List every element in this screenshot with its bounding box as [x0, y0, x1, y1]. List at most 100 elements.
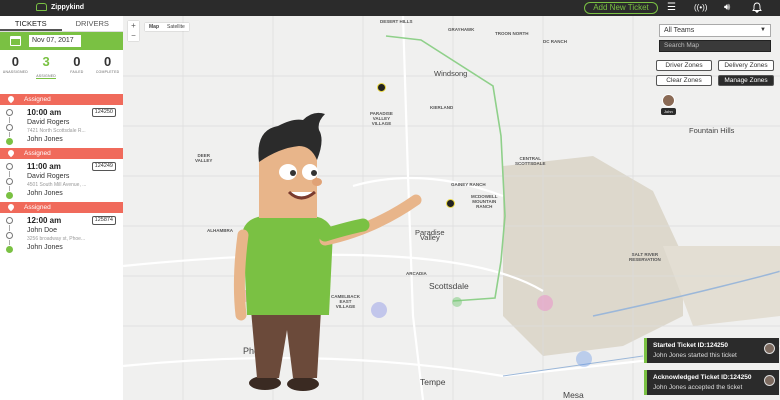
driver-zones-button[interactable]: Driver Zones	[656, 60, 712, 71]
top-bar: Zippykind Add New Ticket ☰ ((•)) 🔊︎	[0, 0, 780, 16]
map-label: DESERT HILLS	[380, 19, 413, 24]
driver-marker-icon[interactable]	[377, 83, 386, 92]
notification-toast[interactable]: Acknowledged Ticket ID:124250 John Jones…	[644, 370, 779, 395]
sidebar: TICKETS DRIVERS Nov 07, 2017 0 UNASSIGNE…	[0, 16, 123, 400]
driver-pin-label: John	[661, 108, 676, 115]
zone-marker[interactable]	[576, 351, 592, 367]
map-label: ALHAMBRA	[207, 228, 233, 233]
map-label: DC RANCH	[543, 39, 567, 44]
team-select-value: All Teams	[664, 27, 695, 34]
clear-zones-button[interactable]: Clear Zones	[656, 75, 712, 86]
map-label: TROON NORTH	[495, 31, 529, 36]
ticket-card[interactable]: 10:00 am 124250 David Rogers 7421 North …	[0, 105, 123, 148]
toast-body: John Jones started this ticket	[653, 352, 737, 359]
route-line	[9, 225, 10, 231]
ticket-stats: 0 UNASSIGNED 3 ASSIGNED 0 FAILED 0 COMPL…	[0, 50, 123, 94]
stat-unassigned[interactable]: 0 UNASSIGNED	[0, 54, 31, 94]
driver-marker-icon[interactable]	[446, 199, 455, 208]
ticket-customer: David Rogers	[27, 119, 70, 126]
stat-value: 0	[73, 54, 81, 69]
add-new-ticket-button[interactable]: Add New Ticket	[584, 2, 658, 14]
route-line	[9, 117, 10, 123]
notification-toast[interactable]: Started Ticket ID:124250 John Jones star…	[644, 338, 779, 363]
calendar-icon[interactable]	[10, 36, 21, 46]
zone-marker[interactable]	[537, 295, 553, 311]
map-view[interactable]: DESERT HILLS GRAYHAWK TROON NORTH DC RAN…	[123, 16, 780, 400]
avatar	[764, 375, 775, 386]
ticket-id-badge: 124250	[91, 108, 116, 117]
group-header-assigned: Assigned	[0, 202, 123, 213]
map-label: GAINEY RANCH	[451, 182, 486, 187]
group-header-assigned: Assigned	[0, 94, 123, 105]
route-line	[9, 132, 10, 137]
team-select[interactable]: All Teams ▼	[659, 24, 771, 37]
map-type-map[interactable]: Map	[145, 23, 163, 31]
map-label: GRAYHAWK	[448, 27, 475, 32]
group-header-label: Assigned	[24, 96, 51, 103]
route-line	[9, 171, 10, 177]
stat-assigned[interactable]: 3 ASSIGNED	[31, 54, 62, 94]
group-header-label: Assigned	[24, 204, 51, 211]
map-label: CENTRAL SCOTTSDALE	[515, 156, 546, 166]
search-map-input[interactable]: Search Map	[659, 40, 771, 52]
map-label: KIERLAND	[430, 105, 454, 110]
zoom-out-button[interactable]: −	[128, 31, 139, 41]
tab-drivers[interactable]: DRIVERS	[62, 16, 124, 31]
chevron-down-icon: ▼	[760, 27, 766, 33]
ticket-time: 11:00 am	[27, 162, 61, 171]
stat-label: COMPLETED	[95, 70, 120, 74]
group-header-label: Assigned	[24, 150, 51, 157]
mascot-illustration	[233, 112, 422, 391]
ticket-customer: David Rogers	[27, 173, 70, 180]
map-label: Mesa	[563, 390, 584, 400]
stat-label: UNASSIGNED	[2, 70, 28, 74]
zoom-control: + −	[128, 21, 139, 41]
ticket-time: 10:00 am	[27, 108, 62, 117]
stat-label: FAILED	[70, 70, 84, 74]
zoom-in-button[interactable]: +	[128, 21, 139, 31]
toast-body: John Jones accepted the ticket	[653, 384, 743, 391]
bell-icon[interactable]	[752, 2, 762, 17]
route-line	[9, 240, 10, 245]
driver-dot-icon	[6, 138, 13, 145]
delivery-zones-button[interactable]: Delivery Zones	[718, 60, 774, 71]
ticket-card[interactable]: 11:00 am 124249 David Rogers 4501 South …	[0, 159, 123, 202]
ticket-driver: John Jones	[27, 136, 63, 143]
toast-title: Started Ticket ID:124250	[653, 342, 729, 349]
broadcast-icon[interactable]: ((•))	[694, 2, 707, 14]
date-field[interactable]: Nov 07, 2017	[29, 35, 81, 47]
driver-pin[interactable]: John	[661, 94, 676, 115]
tab-tickets[interactable]: TICKETS	[0, 16, 62, 31]
date-bar: Nov 07, 2017	[0, 32, 123, 50]
ticket-driver: John Jones	[27, 244, 63, 251]
map-label: Windsong	[434, 69, 468, 78]
manage-zones-button[interactable]: Manage Zones	[718, 75, 774, 86]
pickup-dot-icon	[6, 163, 13, 170]
dropoff-dot-icon	[6, 124, 13, 131]
map-type-satellite[interactable]: Satellite	[163, 23, 189, 31]
group-header-assigned: Assigned	[0, 148, 123, 159]
stat-value: 3	[42, 54, 50, 69]
car-logo-icon	[36, 3, 47, 11]
stat-failed[interactable]: 0 FAILED	[62, 54, 93, 94]
ticket-card[interactable]: 12:00 am 125874 John Doe 3256 broadway s…	[0, 213, 123, 256]
avatar	[661, 94, 675, 107]
stat-value: 0	[11, 54, 19, 69]
zone-marker[interactable]	[452, 297, 462, 307]
stat-completed[interactable]: 0 COMPLETED	[92, 54, 123, 94]
pin-icon	[6, 202, 16, 212]
pickup-dot-icon	[6, 217, 13, 224]
ticket-address: 4501 South Mill Avenue, ...	[27, 182, 87, 188]
map-label: Fountain Hills	[689, 126, 735, 135]
map-label: MCDOWELL MOUNTAIN RANCH	[471, 194, 498, 209]
map-label: DEER VALLEY	[195, 153, 213, 163]
sidebar-tabs: TICKETS DRIVERS	[0, 16, 123, 32]
driver-dot-icon	[6, 192, 13, 199]
volume-icon[interactable]: 🔊︎	[724, 2, 730, 14]
ticket-address: 7421 North Scottsdale R...	[27, 128, 86, 134]
dropoff-dot-icon	[6, 232, 13, 239]
hamburger-icon[interactable]: ☰	[667, 2, 676, 14]
driver-dot-icon	[6, 246, 13, 253]
avatar	[764, 343, 775, 354]
dropoff-dot-icon	[6, 178, 13, 185]
